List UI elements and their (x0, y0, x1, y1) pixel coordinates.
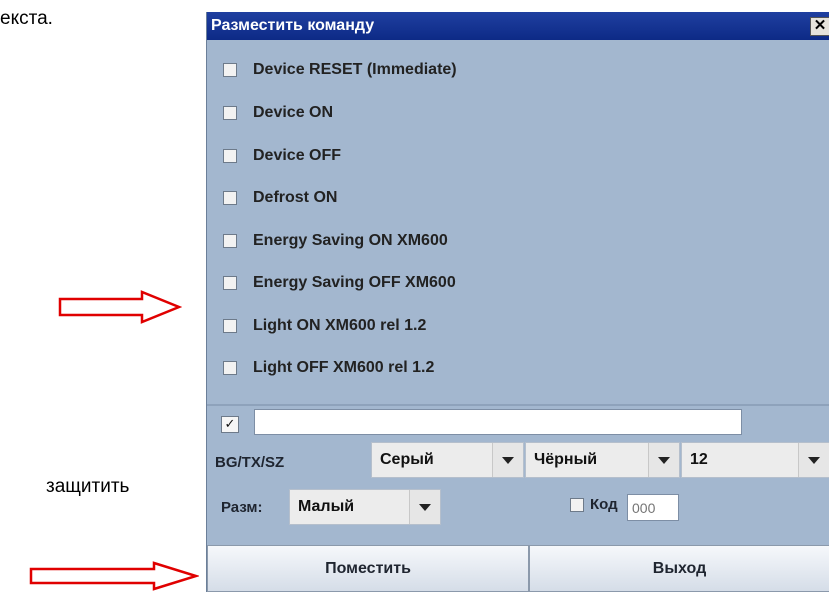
command-label: Energy Saving ON XM600 (253, 232, 448, 249)
command-list: Device RESET (Immediate) Device ON Devic… (207, 40, 829, 406)
text-color-value: Чёрный (534, 451, 598, 468)
place-command-dialog: Разместить команду ✕ Device RESET (Immed… (206, 12, 829, 592)
command-label: Light OFF XM600 rel 1.2 (253, 359, 435, 376)
command-checkbox[interactable] (223, 191, 237, 205)
code-input[interactable] (627, 494, 679, 521)
command-label: Energy Saving OFF XM600 (253, 274, 456, 291)
command-text-input[interactable] (254, 409, 742, 435)
command-label: Device RESET (Immediate) (253, 61, 457, 78)
chevron-down-icon[interactable] (492, 443, 523, 477)
size-select[interactable]: Малый (289, 489, 441, 525)
exit-button[interactable]: Выход (529, 545, 829, 592)
command-item[interactable]: Defrost ON (223, 186, 337, 210)
command-item[interactable]: Device RESET (Immediate) (223, 58, 457, 82)
arrow-icon (29, 561, 199, 591)
command-checkbox[interactable] (223, 106, 237, 120)
background-text-middle: защитить (46, 476, 130, 497)
command-item[interactable]: Light OFF XM600 rel 1.2 (223, 356, 434, 380)
command-item[interactable]: Energy Saving OFF XM600 (223, 271, 456, 295)
command-label: Defrost ON (253, 189, 338, 206)
command-checkbox[interactable] (223, 319, 237, 333)
command-checkbox[interactable] (223, 149, 237, 163)
command-label: Light ON XM600 rel 1.2 (253, 317, 427, 334)
command-checkbox[interactable] (223, 276, 237, 290)
command-checkbox[interactable] (223, 63, 237, 77)
font-size-select[interactable]: 12 (681, 442, 829, 478)
command-item[interactable]: Device ON (223, 101, 333, 125)
close-button[interactable]: ✕ (810, 17, 829, 36)
command-item[interactable]: Energy Saving ON XM600 (223, 229, 448, 253)
size-label: Разм: (221, 499, 263, 516)
command-item[interactable]: Light ON XM600 rel 1.2 (223, 314, 426, 338)
text-color-select[interactable]: Чёрный (525, 442, 680, 478)
text-row: ✓ (207, 405, 829, 441)
dialog-title: Разместить команду (211, 17, 375, 34)
chevron-down-icon[interactable] (409, 490, 440, 524)
command-checkbox[interactable] (223, 234, 237, 248)
arrow-icon (58, 290, 182, 324)
command-label: Device OFF (253, 147, 342, 164)
code-toggle[interactable]: Код (570, 496, 618, 513)
title-bar: Разместить команду ✕ (207, 12, 829, 40)
size-code-row: Разм: Малый Код (207, 489, 829, 529)
command-item[interactable]: Device OFF (223, 144, 341, 168)
text-enable-checkbox[interactable]: ✓ (221, 416, 239, 433)
background-color-select[interactable]: Серый (371, 442, 524, 478)
place-button[interactable]: Поместить (207, 545, 529, 592)
bg-tx-sz-label: BG/TX/SZ (215, 454, 285, 471)
code-checkbox[interactable] (570, 497, 584, 512)
chevron-down-icon[interactable] (798, 443, 829, 477)
code-label: Код (590, 496, 618, 513)
command-checkbox[interactable] (223, 361, 237, 375)
background-color-value: Серый (380, 451, 434, 468)
style-row: BG/TX/SZ Серый Чёрный 12 (207, 442, 829, 478)
command-label: Device ON (253, 104, 334, 121)
chevron-down-icon[interactable] (648, 443, 679, 477)
font-size-value: 12 (690, 451, 708, 468)
background-text-top: екста. (0, 8, 53, 29)
size-value: Малый (298, 498, 355, 515)
